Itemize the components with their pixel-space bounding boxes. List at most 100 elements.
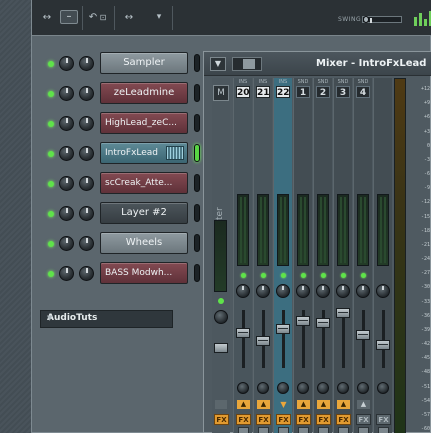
strip-fx-button[interactable]: FX (276, 414, 291, 425)
mixer-strip[interactable]: INS20IntroFX1▲FX (233, 78, 252, 433)
channel-button[interactable]: Layer #2 (100, 202, 188, 224)
strip-send-knob[interactable] (237, 382, 249, 394)
strip-enable-led[interactable] (301, 273, 306, 278)
strip-number[interactable]: 2 (316, 86, 330, 98)
channel-mute-led[interactable] (48, 181, 54, 187)
channel-button[interactable]: IntroFxLead (100, 142, 188, 164)
scroll-arrows-icon[interactable]: ↔ (122, 11, 136, 24)
strip-send-knob[interactable] (377, 382, 389, 394)
graph-bars-icon[interactable] (413, 9, 431, 27)
strip-send-knob[interactable] (357, 382, 369, 394)
strip-pan-knob[interactable] (336, 284, 350, 298)
strip-route-button[interactable]: ▲ (317, 400, 330, 409)
strip-volume-fader[interactable] (356, 330, 370, 340)
strip-number[interactable]: 21 (256, 86, 270, 98)
channel-pan-knob[interactable] (59, 86, 74, 101)
strip-pan-knob[interactable] (256, 284, 270, 298)
chevron-down-icon[interactable]: ▼ (47, 314, 166, 322)
channel-select-indicator[interactable] (194, 54, 200, 72)
channel-select-indicator[interactable] (194, 114, 200, 132)
strip-fx-button[interactable]: FX (336, 414, 351, 425)
channel-select-indicator[interactable] (194, 144, 200, 162)
strip-number[interactable]: 3 (336, 86, 350, 98)
mixer-strip[interactable]: INS21IntroFX2▲FX (253, 78, 272, 433)
strip-number[interactable]: 4 (356, 86, 370, 98)
disk-icon[interactable] (378, 427, 389, 433)
strip-volume-fader[interactable] (296, 316, 310, 326)
mixer-scrollbar-thumb[interactable] (243, 59, 255, 69)
master-fx-button[interactable]: FX (214, 414, 229, 425)
strip-enable-led[interactable] (241, 273, 246, 278)
strip-send-knob[interactable] (337, 382, 349, 394)
disk-icon[interactable] (258, 427, 269, 433)
channel-mute-led[interactable] (48, 121, 54, 127)
chevron-down-icon[interactable]: ▾ (152, 11, 166, 24)
strip-fx-button[interactable]: FX (296, 414, 311, 425)
pattern-selector[interactable]: AudioTuts ▼ (40, 310, 173, 328)
channel-mute-led[interactable] (48, 241, 54, 247)
strip-fx-button[interactable]: FX (236, 414, 251, 425)
channel-volume-knob[interactable] (79, 146, 94, 161)
disk-icon[interactable] (298, 427, 309, 433)
channel-select-indicator[interactable] (194, 84, 200, 102)
mixer-scrollbar[interactable] (232, 57, 262, 71)
channel-button[interactable]: scCreak_Atte... (100, 172, 188, 194)
channel-volume-knob[interactable] (79, 176, 94, 191)
channel-pan-knob[interactable] (59, 56, 74, 71)
channel-volume-knob[interactable] (79, 56, 94, 71)
strip-send-knob[interactable] (317, 382, 329, 394)
strip-volume-fader[interactable] (316, 318, 330, 328)
channel-button[interactable]: HighLead_zeC... (100, 112, 188, 134)
strip-route-button[interactable]: ▲ (257, 400, 270, 409)
strip-pan-knob[interactable] (276, 284, 290, 298)
strip-number[interactable]: 20 (236, 86, 250, 98)
channel-button[interactable]: Wheels (100, 232, 188, 254)
strip-route-button[interactable]: ▲ (337, 400, 350, 409)
disk-icon[interactable] (338, 427, 349, 433)
strip-pan-knob[interactable] (356, 284, 370, 298)
strip-send-knob[interactable] (257, 382, 269, 394)
swing-slider-knob[interactable] (363, 16, 372, 23)
strip-route-button[interactable]: ▲ (297, 400, 310, 409)
strip-number[interactable]: 1 (296, 86, 310, 98)
channel-pan-knob[interactable] (59, 236, 74, 251)
strip-fx-button[interactable]: FX (356, 414, 371, 425)
channel-select-indicator[interactable] (194, 174, 200, 192)
strip-pan-knob[interactable] (296, 284, 310, 298)
channel-mute-led[interactable] (48, 91, 54, 97)
master-route[interactable] (215, 400, 227, 409)
channel-mute-led[interactable] (48, 61, 54, 67)
mixer-strip[interactable]: SND2BigVerb▲FX (313, 78, 332, 433)
strip-number[interactable]: 22 (276, 86, 290, 98)
channel-select-indicator[interactable] (194, 234, 200, 252)
channel-pan-knob[interactable] (59, 146, 74, 161)
channel-volume-knob[interactable] (79, 236, 94, 251)
channel-pan-knob[interactable] (59, 176, 74, 191)
strip-enable-led[interactable] (361, 273, 366, 278)
channel-mute-led[interactable] (48, 151, 54, 157)
strip-enable-led[interactable] (321, 273, 326, 278)
mixer-strip-master[interactable]: M Master FX (212, 78, 230, 433)
channel-mute-led[interactable] (48, 211, 54, 217)
channel-select-indicator[interactable] (194, 204, 200, 222)
strip-volume-fader[interactable] (336, 308, 350, 318)
mixer-strip[interactable]: SND3SynthVerb▲FX (333, 78, 352, 433)
channel-pan-knob[interactable] (59, 116, 74, 131)
move-arrows-icon[interactable]: ↔ (40, 11, 54, 24)
mixer-strip[interactable]: INS22IntroFxLe▼FX (273, 78, 292, 433)
mixer-strip[interactable]: SND4Send 4▲FX (353, 78, 372, 433)
master-led[interactable] (218, 298, 224, 304)
zoom-icon[interactable]: ⊡ (98, 11, 108, 24)
master-fader[interactable] (214, 343, 228, 353)
strip-pan-knob[interactable] (236, 284, 250, 298)
channel-volume-knob[interactable] (79, 116, 94, 131)
channel-select-indicator[interactable] (194, 264, 200, 282)
channel-button[interactable]: zeLeadmine (100, 82, 188, 104)
strip-fx-button[interactable]: FX (316, 414, 331, 425)
strip-volume-fader[interactable] (276, 324, 290, 334)
mixer-logo-button[interactable]: M (213, 85, 229, 101)
strip-volume-fader[interactable] (236, 328, 250, 338)
strip-volume-fader[interactable] (376, 340, 390, 350)
channel-volume-knob[interactable] (79, 86, 94, 101)
strip-pan-knob[interactable] (376, 284, 390, 298)
